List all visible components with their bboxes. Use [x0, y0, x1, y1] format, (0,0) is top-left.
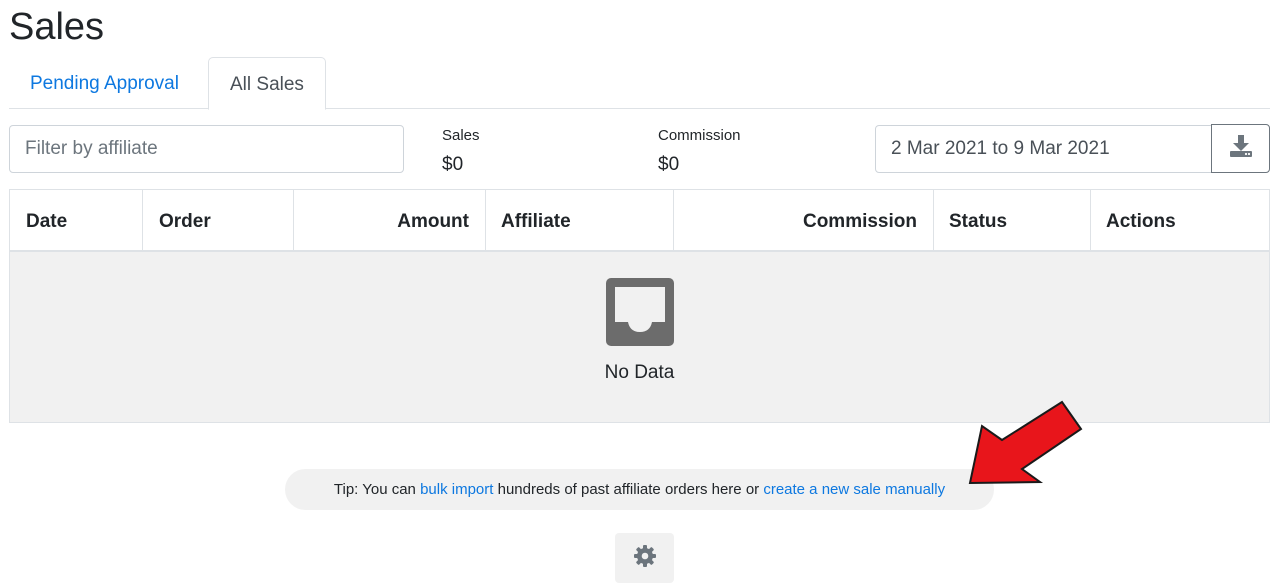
column-header-status[interactable]: Status	[933, 190, 1091, 250]
sales-stat-value: $0	[442, 154, 464, 175]
bulk-import-link[interactable]: bulk import	[420, 481, 493, 498]
commission-stat-label: Commission	[658, 127, 741, 144]
empty-state: No Data	[10, 252, 1269, 422]
column-header-amount[interactable]: Amount	[294, 190, 486, 250]
inbox-icon	[606, 278, 674, 351]
commission-stat: Commission $0	[658, 127, 741, 175]
date-range-picker[interactable]: 2 Mar 2021 to 9 Mar 2021	[875, 125, 1212, 173]
page-title: Sales	[9, 6, 105, 48]
sales-table: Date Order Amount Affiliate Commission S…	[9, 189, 1270, 423]
column-header-affiliate[interactable]: Affiliate	[485, 190, 674, 250]
tab-bar: Pending Approval All Sales	[9, 57, 1270, 110]
table-header: Date Order Amount Affiliate Commission S…	[10, 190, 1269, 252]
tab-all-sales[interactable]: All Sales	[208, 57, 326, 110]
download-icon	[1228, 133, 1254, 164]
download-button[interactable]	[1211, 124, 1270, 173]
create-sale-link[interactable]: create a new sale manually	[763, 481, 945, 498]
gear-icon	[633, 544, 657, 573]
empty-state-text: No Data	[604, 362, 675, 383]
filter-affiliate-input[interactable]	[9, 125, 404, 173]
column-header-actions: Actions	[1106, 211, 1176, 232]
settings-button[interactable]	[615, 533, 674, 583]
tip-banner: Tip: You can bulk import hundreds of pas…	[285, 469, 994, 510]
column-header-commission[interactable]: Commission	[674, 190, 934, 250]
commission-stat-value: $0	[658, 154, 680, 175]
tip-middle: hundreds of past affiliate orders here o…	[493, 481, 764, 498]
column-header-date[interactable]: Date	[10, 190, 143, 250]
tab-pending-approval[interactable]: Pending Approval	[9, 57, 200, 109]
sales-stat-label: Sales	[442, 127, 480, 144]
column-header-order[interactable]: Order	[143, 190, 294, 250]
sales-stat: Sales $0	[442, 127, 480, 175]
arrow-icon	[960, 398, 1085, 493]
tip-prefix: Tip: You can	[333, 481, 421, 498]
